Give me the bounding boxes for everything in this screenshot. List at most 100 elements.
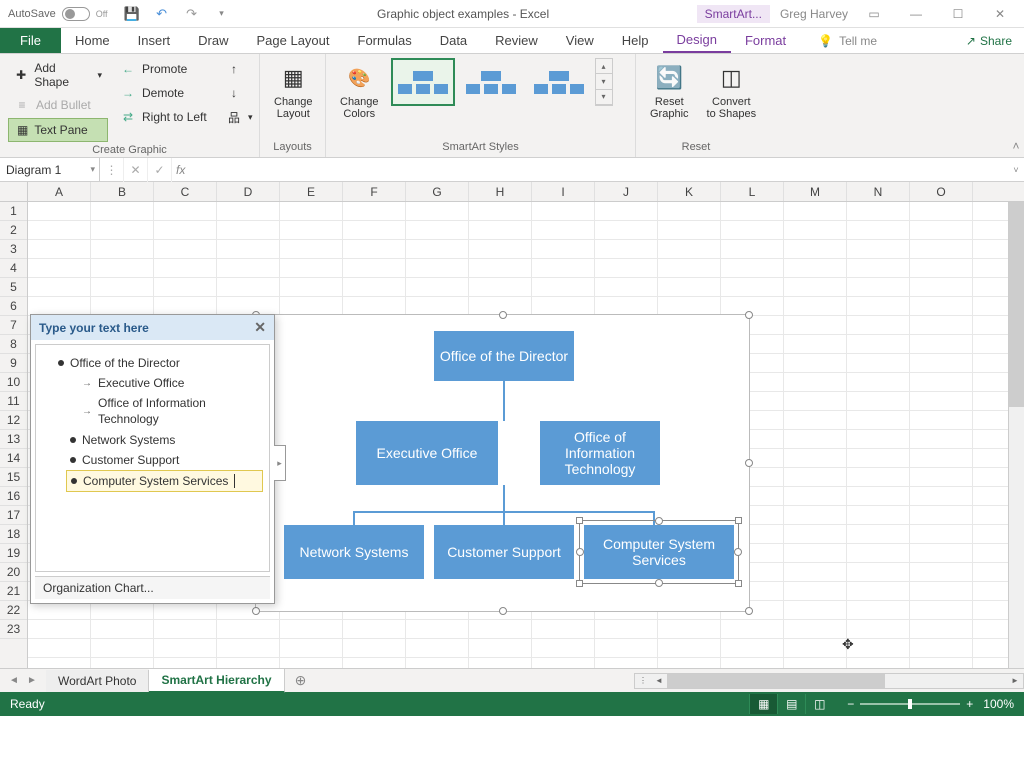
row-header[interactable]: 7 xyxy=(0,316,27,335)
row-header[interactable]: 20 xyxy=(0,563,27,582)
move-down-button[interactable]: ↓ xyxy=(220,82,259,104)
row-header[interactable]: 4 xyxy=(0,259,27,278)
tab-view[interactable]: View xyxy=(552,28,608,53)
text-pane-item[interactable]: Office of the Director xyxy=(54,353,263,373)
node-assistant-1[interactable]: Executive Office xyxy=(356,421,498,485)
collapse-ribbon-icon[interactable]: ˄ xyxy=(1008,54,1024,157)
col-header[interactable]: B xyxy=(91,182,154,201)
autosave-toggle[interactable]: AutoSave Off xyxy=(8,7,108,21)
text-pane-button[interactable]: ▦Text Pane xyxy=(8,118,108,142)
tab-insert[interactable]: Insert xyxy=(124,28,185,53)
row-header[interactable]: 18 xyxy=(0,525,27,544)
row-header[interactable]: 13 xyxy=(0,430,27,449)
tab-formulas[interactable]: Formulas xyxy=(344,28,426,53)
row-header[interactable]: 21 xyxy=(0,582,27,601)
zoom-slider[interactable]: − + xyxy=(847,697,973,711)
view-normal-icon[interactable]: ▦ xyxy=(749,694,777,714)
col-header[interactable]: D xyxy=(217,182,280,201)
view-page-break-icon[interactable]: ◫ xyxy=(805,694,833,714)
tab-help[interactable]: Help xyxy=(608,28,663,53)
row-header[interactable]: 2 xyxy=(0,221,27,240)
formula-input[interactable] xyxy=(189,158,1008,181)
tab-home[interactable]: Home xyxy=(61,28,124,53)
text-pane-close-icon[interactable]: ✕ xyxy=(254,319,266,336)
text-pane-item[interactable]: →Office of Information Technology xyxy=(78,393,263,430)
tab-draw[interactable]: Draw xyxy=(184,28,242,53)
style-thumb-2[interactable] xyxy=(459,58,523,106)
share-button[interactable]: ↗ Share xyxy=(954,28,1024,53)
row-header[interactable]: 12 xyxy=(0,411,27,430)
horizontal-scrollbar[interactable]: ⋮ ◄ ► xyxy=(634,673,1024,689)
row-header[interactable]: 19 xyxy=(0,544,27,563)
smartart-diagram[interactable]: Office of the Director Executive Office … xyxy=(255,314,750,612)
row-header[interactable]: 6 xyxy=(0,297,27,316)
fx-icon[interactable]: fx xyxy=(172,163,189,177)
reset-graphic-button[interactable]: 🔄 Reset Graphic xyxy=(644,58,695,124)
text-pane-item[interactable]: →Executive Office xyxy=(78,373,263,393)
col-header[interactable]: C xyxy=(154,182,217,201)
tab-page-layout[interactable]: Page Layout xyxy=(243,28,344,53)
text-pane-collapse-icon[interactable]: ▸ xyxy=(274,445,286,481)
row-header[interactable]: 1 xyxy=(0,202,27,221)
row-header[interactable]: 9 xyxy=(0,354,27,373)
close-icon[interactable]: ✕ xyxy=(984,4,1016,24)
col-header[interactable]: E xyxy=(280,182,343,201)
row-header[interactable]: 5 xyxy=(0,278,27,297)
zoom-in-icon[interactable]: + xyxy=(966,697,973,711)
maximize-icon[interactable]: ☐ xyxy=(942,4,974,24)
col-header[interactable]: I xyxy=(532,182,595,201)
zoom-value[interactable]: 100% xyxy=(983,697,1014,711)
row-header[interactable]: 11 xyxy=(0,392,27,411)
col-header[interactable]: L xyxy=(721,182,784,201)
row-header[interactable]: 14 xyxy=(0,449,27,468)
row-header[interactable]: 3 xyxy=(0,240,27,259)
row-header[interactable]: 8 xyxy=(0,335,27,354)
sheet-tab-wordart[interactable]: WordArt Photo xyxy=(46,670,149,692)
node-root[interactable]: Office of the Director xyxy=(434,331,574,381)
formula-expand-icon[interactable]: ˅ xyxy=(1008,158,1024,181)
node-child-1[interactable]: Network Systems xyxy=(284,525,424,579)
row-header[interactable]: 10 xyxy=(0,373,27,392)
hscroll-right-icon[interactable]: ► xyxy=(1007,674,1023,688)
hscroll-sep-icon[interactable]: ⋮ xyxy=(635,674,651,688)
col-header[interactable]: A xyxy=(28,182,91,201)
node-child-2[interactable]: Customer Support xyxy=(434,525,574,579)
right-to-left-button[interactable]: ⇄Right to Left xyxy=(114,106,214,128)
smartart-text-pane[interactable]: Type your text here ✕ Office of the Dire… xyxy=(30,314,275,604)
layout-dropdown[interactable]: 品▾ xyxy=(220,106,259,128)
select-all-corner[interactable] xyxy=(0,182,28,201)
change-layout-button[interactable]: ▦ Change Layout xyxy=(268,58,319,124)
sheet-nav-next-icon[interactable]: ► xyxy=(24,673,40,689)
text-pane-footer[interactable]: Organization Chart... xyxy=(35,576,270,599)
text-pane-item[interactable]: Customer Support xyxy=(66,450,263,470)
change-colors-button[interactable]: 🎨 Change Colors xyxy=(334,58,385,124)
view-page-layout-icon[interactable]: ▤ xyxy=(777,694,805,714)
save-icon[interactable]: 💾 xyxy=(124,6,140,22)
tab-format[interactable]: Format xyxy=(731,28,800,53)
name-box[interactable]: Diagram 1 xyxy=(0,158,100,181)
formula-cancel-icon[interactable]: ⋮ xyxy=(100,158,124,182)
user-name[interactable]: Greg Harvey xyxy=(780,7,848,21)
col-header[interactable]: O xyxy=(910,182,973,201)
row-header[interactable]: 23 xyxy=(0,620,27,639)
hscroll-left-icon[interactable]: ◄ xyxy=(651,674,667,688)
undo-icon[interactable]: ↶ xyxy=(154,6,170,22)
node-assistant-2[interactable]: Office of Information Technology xyxy=(540,421,660,485)
row-header[interactable]: 17 xyxy=(0,506,27,525)
text-pane-item[interactable]: Network Systems xyxy=(66,430,263,450)
sheet-tab-smartart[interactable]: SmartArt Hierarchy xyxy=(149,669,284,693)
minimize-icon[interactable]: — xyxy=(900,4,932,24)
move-up-button[interactable]: ↑ xyxy=(220,58,259,80)
demote-button[interactable]: →Demote xyxy=(114,82,214,104)
col-header[interactable]: F xyxy=(343,182,406,201)
redo-icon[interactable]: ↷ xyxy=(184,6,200,22)
col-header[interactable]: K xyxy=(658,182,721,201)
col-header[interactable]: J xyxy=(595,182,658,201)
col-header[interactable]: G xyxy=(406,182,469,201)
vertical-scrollbar[interactable] xyxy=(1008,202,1024,668)
promote-button[interactable]: ←Promote xyxy=(114,58,214,80)
row-header[interactable]: 16 xyxy=(0,487,27,506)
qat-more-icon[interactable]: ▾ xyxy=(214,6,230,22)
new-sheet-button[interactable]: ⊕ xyxy=(289,669,313,693)
tab-review[interactable]: Review xyxy=(481,28,552,53)
